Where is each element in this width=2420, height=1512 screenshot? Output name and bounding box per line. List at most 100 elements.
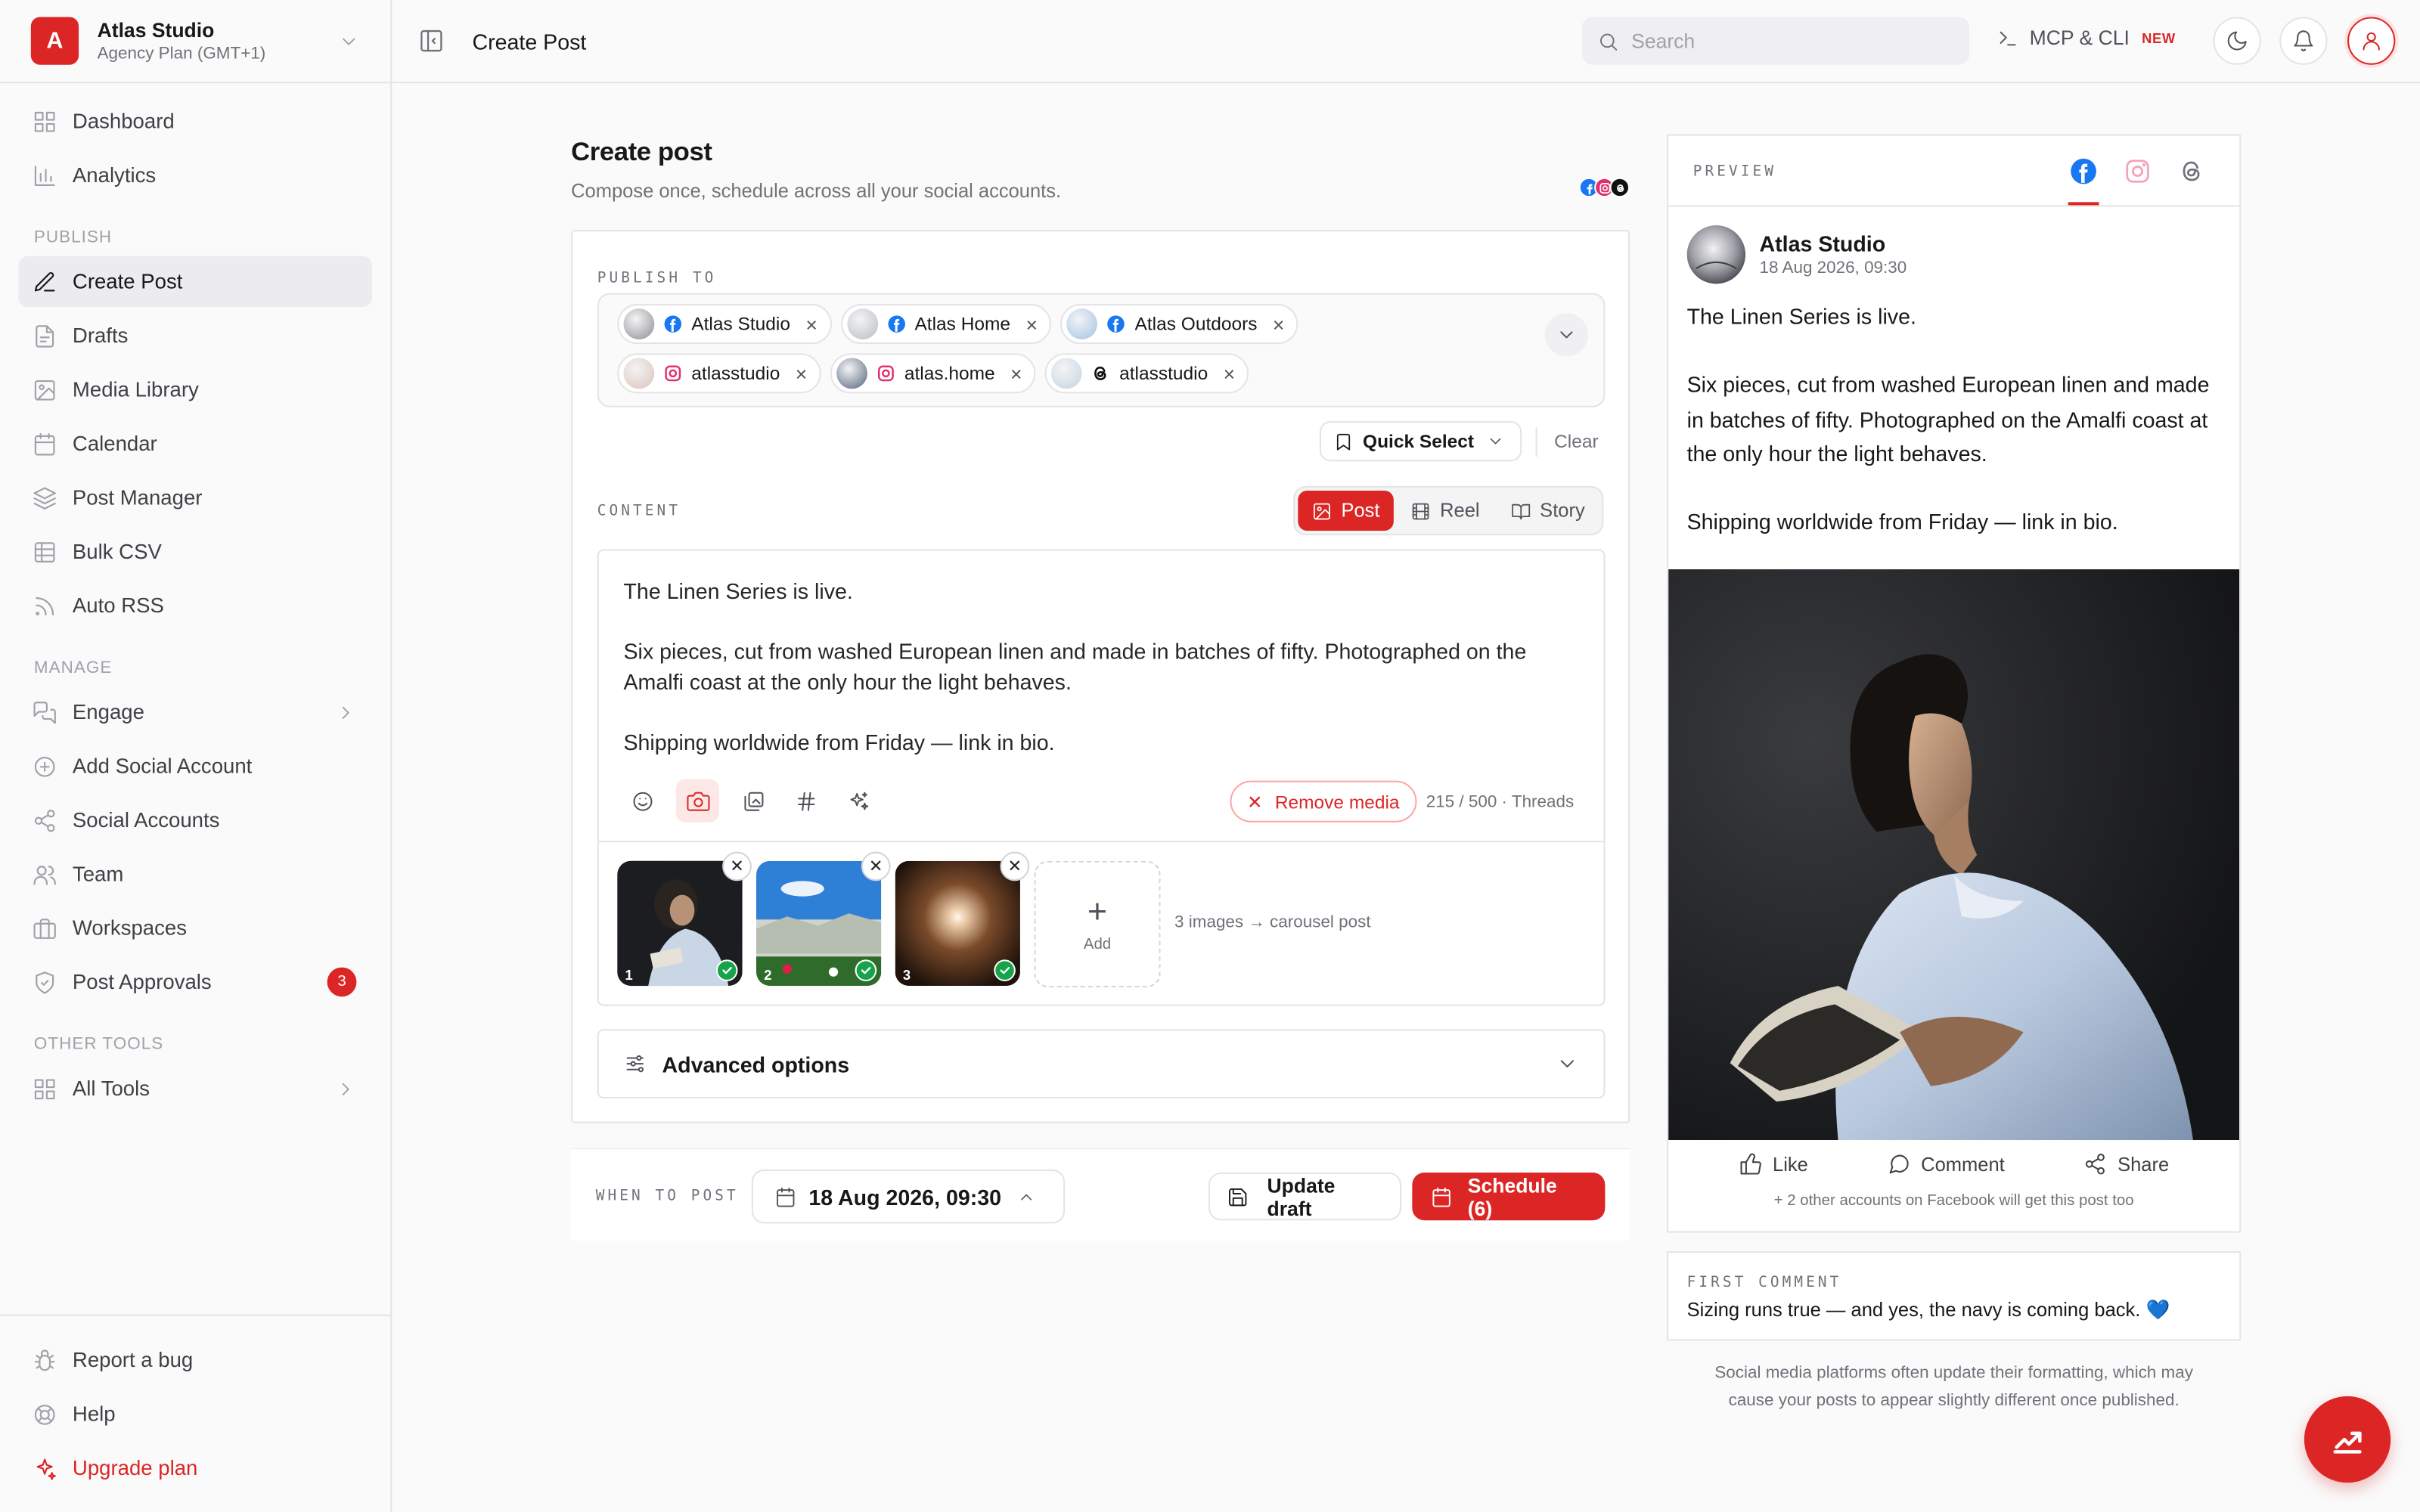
remove-account-button[interactable]: × xyxy=(796,362,807,386)
preview-note: + 2 other accounts on Facebook will get … xyxy=(1773,1192,2134,1210)
nav-analytics[interactable]: Analytics xyxy=(18,150,371,200)
remove-account-button[interactable]: × xyxy=(1224,362,1235,386)
account-name: atlasstudio xyxy=(1119,362,1208,385)
editor-toolbar xyxy=(623,779,876,823)
advanced-options-toggle[interactable]: Advanced options xyxy=(597,1029,1606,1099)
preview-avatar xyxy=(1686,225,1746,284)
post-type-tabs: Post Reel Story xyxy=(1293,485,1604,536)
mcp-cli-link[interactable]: MCP & CLI NEW xyxy=(1997,26,2176,49)
nav-report-bug[interactable]: Report a bug xyxy=(18,1334,371,1385)
post-editor[interactable]: The Linen Series is live. Six pieces, cu… xyxy=(597,549,1606,1006)
plus-circle-icon xyxy=(33,754,57,779)
thumbnail-index: 1 xyxy=(625,967,633,983)
nav-media-library[interactable]: Media Library xyxy=(18,364,371,415)
update-draft-button[interactable]: Update draft xyxy=(1208,1173,1402,1221)
remove-thumbnail-button[interactable]: ✕ xyxy=(722,851,752,881)
nav-workspaces[interactable]: Workspaces xyxy=(18,903,371,953)
nav-post-manager[interactable]: Post Manager xyxy=(18,472,371,522)
ai-assist-button[interactable] xyxy=(839,782,876,820)
tab-story[interactable]: Story xyxy=(1497,491,1599,531)
account-chip[interactable]: atlasstudio × xyxy=(1045,353,1249,394)
media-thumbnail[interactable]: 1 xyxy=(617,860,743,987)
account-avatar xyxy=(1066,308,1098,339)
clear-accounts-button[interactable]: Clear xyxy=(1554,430,1599,452)
emoji-button[interactable] xyxy=(623,782,660,820)
media-thumbnail[interactable]: 3 xyxy=(895,860,1020,987)
datetime-picker[interactable]: 18 Aug 2026, 09:30 xyxy=(751,1169,1066,1224)
search-icon xyxy=(1597,30,1619,52)
instagram-icon xyxy=(877,365,894,382)
nav-social-accounts[interactable]: Social Accounts xyxy=(18,795,371,845)
nav-engage[interactable]: Engage xyxy=(18,686,371,737)
preview-tab-threads[interactable] xyxy=(2174,154,2208,188)
remove-account-button[interactable]: × xyxy=(1273,312,1284,336)
users-icon xyxy=(33,862,57,887)
sliders-icon xyxy=(623,1052,647,1076)
account-name: Atlas Home xyxy=(914,313,1011,335)
nav-label: Engage xyxy=(72,700,144,724)
media-strip: 1 ✕ 2 ✕ 3 ✕ + Add 3 images → carousel po… xyxy=(598,841,1604,1005)
account-chip[interactable]: atlas.home × xyxy=(830,353,1036,394)
tab-reel[interactable]: Reel xyxy=(1397,491,1494,531)
nav-team[interactable]: Team xyxy=(18,848,371,899)
preview-tab-facebook[interactable] xyxy=(2067,154,2101,188)
analytics-fab-button[interactable] xyxy=(2304,1396,2391,1483)
preview-body: The Linen Series is live. Six pieces, cu… xyxy=(1687,299,2227,573)
facebook-icon xyxy=(1107,315,1125,333)
expand-accounts-button[interactable] xyxy=(1544,313,1588,357)
nav-dashboard[interactable]: Dashboard xyxy=(18,96,371,147)
workspace-logo: A xyxy=(30,17,79,65)
nav-calendar[interactable]: Calendar xyxy=(18,418,371,469)
account-selector[interactable]: Atlas Studio × Atlas Home × Atlas Outdoors × … xyxy=(597,293,1606,407)
search-input[interactable]: Search xyxy=(1581,17,1970,65)
preview-tab-instagram[interactable] xyxy=(2121,154,2155,188)
remove-thumbnail-button[interactable]: ✕ xyxy=(1000,851,1030,881)
briefcase-icon xyxy=(33,916,57,940)
sparkles-icon xyxy=(33,1455,57,1480)
nav-upgrade-plan[interactable]: Upgrade plan xyxy=(18,1442,371,1493)
add-media-button[interactable]: + Add xyxy=(1034,860,1161,988)
preview-label: PREVIEW xyxy=(1692,163,1777,181)
new-badge: NEW xyxy=(2142,29,2176,46)
account-chip[interactable]: Atlas Outdoors × xyxy=(1060,304,1298,345)
schedule-button[interactable]: Schedule (6) xyxy=(1412,1173,1606,1221)
nav-auto-rss[interactable]: Auto RSS xyxy=(18,580,371,631)
remove-account-button[interactable]: × xyxy=(1025,312,1037,336)
workspace-name: Atlas Studio xyxy=(97,18,215,42)
nav-help[interactable]: Help xyxy=(18,1389,371,1439)
sidebar-toggle-icon[interactable] xyxy=(418,28,445,54)
nav-label: Bulk CSV xyxy=(72,540,162,563)
account-chip[interactable]: atlasstudio × xyxy=(617,353,821,394)
nav-add-social-account[interactable]: Add Social Account xyxy=(18,741,371,792)
notifications-button[interactable] xyxy=(2279,17,2328,65)
quick-select-button[interactable]: Quick Select xyxy=(1319,421,1522,462)
media-thumbnail[interactable]: 2 xyxy=(755,860,882,987)
user-avatar-button[interactable] xyxy=(2347,17,2396,65)
remove-account-button[interactable]: × xyxy=(1010,362,1022,386)
section-publish: PUBLISH xyxy=(33,228,113,247)
theme-toggle-button[interactable] xyxy=(2213,17,2261,65)
nav-bulk-csv[interactable]: Bulk CSV xyxy=(18,526,371,577)
nav-all-tools[interactable]: All Tools xyxy=(18,1063,371,1114)
hashtag-button[interactable] xyxy=(787,782,824,820)
selected-networks xyxy=(1578,177,1630,198)
approvals-count-badge: 3 xyxy=(327,967,357,997)
datetime-value: 18 Aug 2026, 09:30 xyxy=(808,1184,1002,1209)
preview-author: Atlas Studio 18 Aug 2026, 09:30 xyxy=(1686,225,1907,284)
nav-create-post[interactable]: Create Post xyxy=(18,256,372,308)
account-chip[interactable]: Atlas Home × xyxy=(840,304,1052,345)
remove-media-button[interactable]: ✕ Remove media xyxy=(1230,780,1416,823)
remove-thumbnail-button[interactable]: ✕ xyxy=(861,851,891,881)
post-body-textarea[interactable]: The Linen Series is live. Six pieces, cu… xyxy=(599,551,1604,758)
workspace-plan: Agency Plan (GMT+1) xyxy=(97,45,266,64)
account-chip[interactable]: Atlas Studio × xyxy=(617,304,832,345)
gallery-button[interactable] xyxy=(734,782,771,820)
nav-post-approvals[interactable]: Post Approvals 3 xyxy=(18,956,371,1007)
camera-button[interactable] xyxy=(675,779,720,823)
remove-account-button[interactable]: × xyxy=(805,312,817,336)
workspace-switcher[interactable]: A Atlas Studio Agency Plan (GMT+1) xyxy=(0,0,391,84)
nav-label: Social Accounts xyxy=(72,808,220,832)
tab-post[interactable]: Post xyxy=(1298,490,1394,531)
nav-drafts[interactable]: Drafts xyxy=(18,310,371,361)
account-avatar xyxy=(623,308,655,339)
